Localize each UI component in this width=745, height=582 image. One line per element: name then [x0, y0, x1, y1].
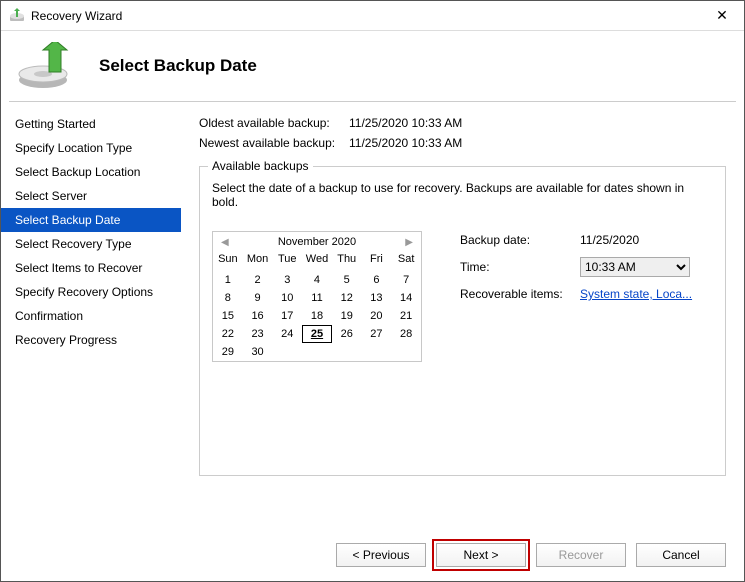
- page-title: Select Backup Date: [99, 56, 257, 76]
- backup-details: Backup date: 11/25/2020 Time: 10:33 AM R…: [460, 233, 692, 362]
- sidebar-item-select-items-to-recover[interactable]: Select Items to Recover: [1, 256, 181, 280]
- calendar-day[interactable]: 16: [243, 307, 273, 325]
- calendar-day[interactable]: 21: [391, 307, 421, 325]
- calendar-day[interactable]: 18: [302, 307, 332, 325]
- oldest-backup-label: Oldest available backup:: [199, 116, 349, 130]
- calendar-month-label: November 2020: [278, 236, 356, 248]
- recovery-app-icon: [9, 8, 25, 24]
- calendar-day[interactable]: 2: [243, 271, 273, 289]
- calendar-next-icon[interactable]: ▶: [405, 237, 413, 248]
- calendar-day[interactable]: 29: [213, 343, 243, 361]
- wizard-button-bar: < Previous Next > Recover Cancel: [336, 543, 726, 567]
- backup-date-value: 11/25/2020: [580, 233, 639, 247]
- newest-backup-value: 11/25/2020 10:33 AM: [349, 136, 462, 150]
- wizard-steps-sidebar: Getting StartedSpecify Location TypeSele…: [1, 102, 181, 522]
- available-backups-group: Available backups Select the date of a b…: [199, 166, 726, 476]
- calendar-day[interactable]: 28: [391, 325, 421, 343]
- calendar-day[interactable]: 4: [302, 271, 332, 289]
- recover-button: Recover: [536, 543, 626, 567]
- previous-button[interactable]: < Previous: [336, 543, 426, 567]
- available-backups-text: Select the date of a backup to use for r…: [212, 181, 713, 209]
- sidebar-item-select-backup-date[interactable]: Select Backup Date: [1, 208, 181, 232]
- calendar-prev-icon[interactable]: ◀: [221, 237, 229, 248]
- calendar-day[interactable]: 10: [272, 289, 302, 307]
- calendar-dow: Wed: [302, 250, 332, 271]
- wizard-header: Select Backup Date: [1, 31, 744, 101]
- oldest-backup-value: 11/25/2020 10:33 AM: [349, 116, 462, 130]
- newest-backup-label: Newest available backup:: [199, 136, 349, 150]
- calendar-day[interactable]: 27: [362, 325, 392, 343]
- next-button[interactable]: Next >: [436, 543, 526, 567]
- calendar-day[interactable]: 26: [332, 325, 362, 343]
- calendar-day[interactable]: 14: [391, 289, 421, 307]
- calendar-day[interactable]: 30: [243, 343, 273, 361]
- calendar-day[interactable]: 22: [213, 325, 243, 343]
- sidebar-item-specify-location-type[interactable]: Specify Location Type: [1, 136, 181, 160]
- calendar-day[interactable]: 7: [391, 271, 421, 289]
- sidebar-item-select-recovery-type[interactable]: Select Recovery Type: [1, 232, 181, 256]
- calendar-dow: Mon: [243, 250, 273, 271]
- sidebar-item-select-backup-location[interactable]: Select Backup Location: [1, 160, 181, 184]
- calendar-day[interactable]: 11: [302, 289, 332, 307]
- calendar-day[interactable]: 20: [362, 307, 392, 325]
- calendar-day[interactable]: 23: [243, 325, 273, 343]
- calendar-day[interactable]: 24: [272, 325, 302, 343]
- backup-date-label: Backup date:: [460, 233, 580, 247]
- calendar-day[interactable]: 15: [213, 307, 243, 325]
- sidebar-item-confirmation[interactable]: Confirmation: [1, 304, 181, 328]
- backup-calendar[interactable]: ◀ November 2020 ▶ SunMonTueWedThuFriSat 1…: [212, 231, 422, 362]
- wizard-icon: [13, 42, 81, 90]
- cancel-button[interactable]: Cancel: [636, 543, 726, 567]
- main-content: Oldest available backup: 11/25/2020 10:3…: [181, 102, 744, 522]
- sidebar-item-recovery-progress[interactable]: Recovery Progress: [1, 328, 181, 352]
- calendar-dow: Sat: [391, 250, 421, 271]
- calendar-day[interactable]: 13: [362, 289, 392, 307]
- calendar-day[interactable]: 8: [213, 289, 243, 307]
- calendar-dow: Thu: [332, 250, 362, 271]
- close-icon[interactable]: ✕: [708, 7, 736, 24]
- calendar-dow: Sun: [213, 250, 243, 271]
- calendar-day[interactable]: 5: [332, 271, 362, 289]
- calendar-day[interactable]: 6: [362, 271, 392, 289]
- titlebar: Recovery Wizard ✕: [1, 1, 744, 31]
- calendar-dow: Fri: [362, 250, 392, 271]
- window-title: Recovery Wizard: [31, 9, 708, 23]
- calendar-day[interactable]: 25: [302, 325, 332, 343]
- sidebar-item-specify-recovery-options[interactable]: Specify Recovery Options: [1, 280, 181, 304]
- recoverable-items-label: Recoverable items:: [460, 287, 580, 301]
- calendar-day[interactable]: 3: [272, 271, 302, 289]
- available-backups-legend: Available backups: [208, 159, 313, 173]
- sidebar-item-select-server[interactable]: Select Server: [1, 184, 181, 208]
- sidebar-item-getting-started[interactable]: Getting Started: [1, 112, 181, 136]
- backup-time-select[interactable]: 10:33 AM: [580, 257, 690, 277]
- calendar-day[interactable]: 9: [243, 289, 273, 307]
- calendar-dow: Tue: [272, 250, 302, 271]
- backup-time-label: Time:: [460, 260, 580, 274]
- calendar-day[interactable]: 12: [332, 289, 362, 307]
- recoverable-items-link[interactable]: System state, Loca...: [580, 287, 692, 301]
- calendar-day[interactable]: 19: [332, 307, 362, 325]
- calendar-day[interactable]: 17: [272, 307, 302, 325]
- calendar-day[interactable]: 1: [213, 271, 243, 289]
